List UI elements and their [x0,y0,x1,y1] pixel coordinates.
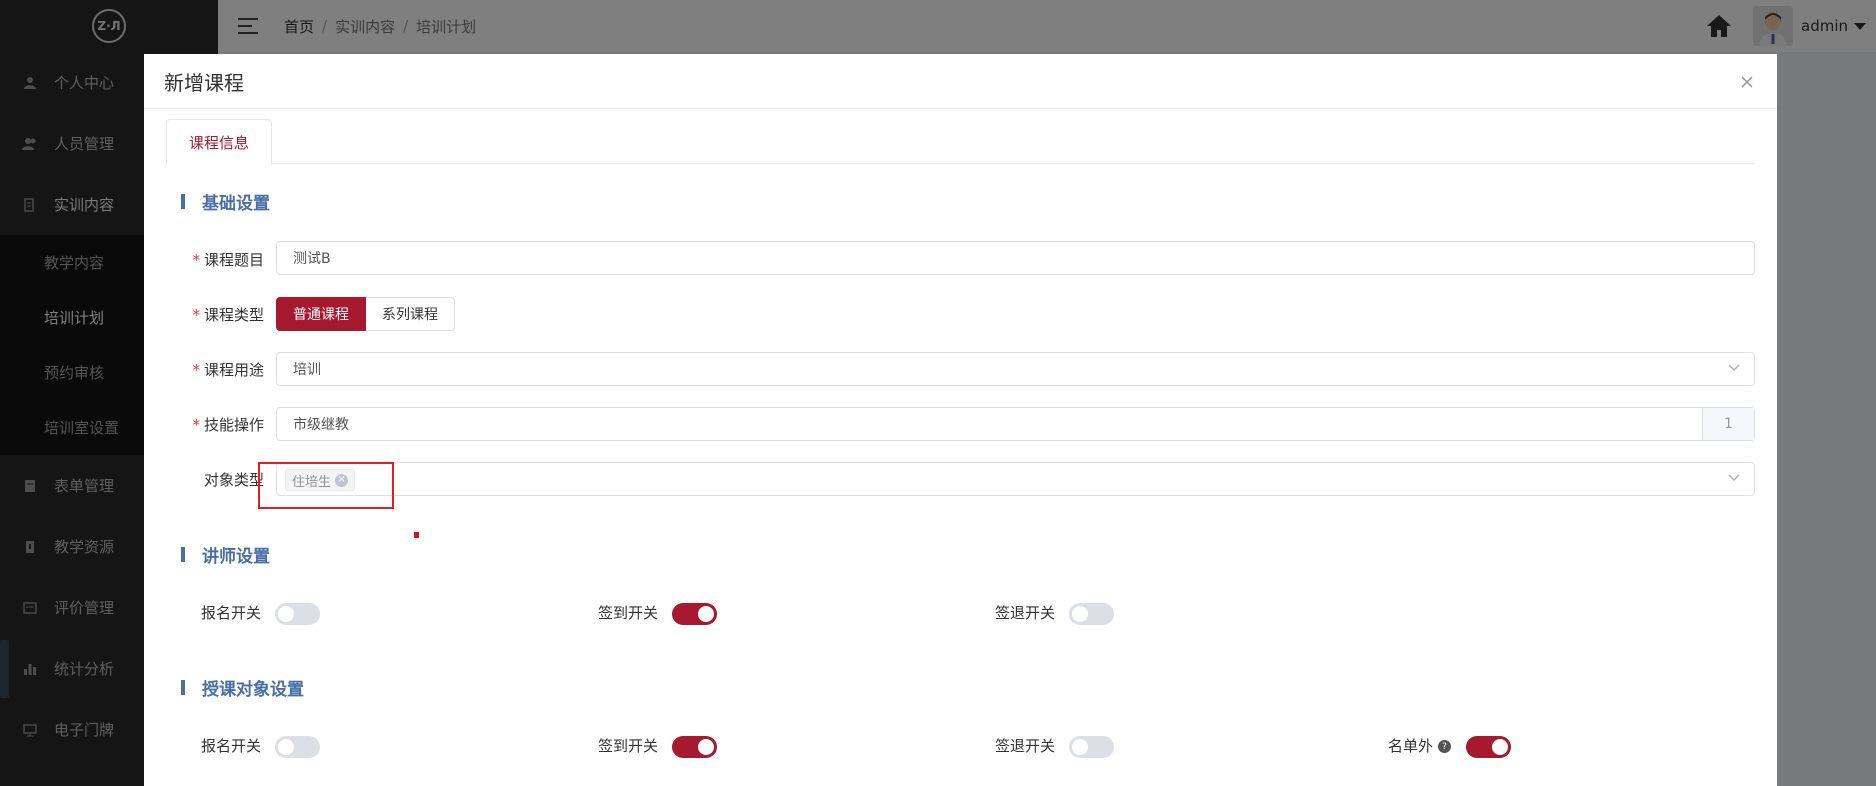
course-title-input[interactable]: 测试B [276,241,1755,275]
course-type-label: * 课程类型 [192,306,264,324]
dialog-title: 新增课程 [164,70,244,95]
course-use-select[interactable]: 培训 [276,352,1755,386]
target-signout-label: 签退开关 [995,737,1056,755]
help-icon[interactable]: ? [1438,740,1452,753]
annotation-dot [414,532,419,538]
annotation-highlight-box [258,462,394,509]
lecturer-signin-label: 签到开关 [598,604,659,622]
target-outside-list-label: 名单外? [1388,735,1452,756]
target-signin-switch[interactable] [672,736,717,758]
course-type-radio-group: 普通课程 系列课程 [276,297,455,331]
lecturer-signup-switch[interactable] [275,603,320,625]
target-signup-switch[interactable] [275,736,320,758]
target-outside-list-switch[interactable] [1466,736,1511,758]
chevron-down-icon [1728,474,1740,481]
course-title-label: * 课程题目 [192,251,264,269]
close-icon[interactable] [1739,74,1755,90]
target-signup-label: 报名开关 [201,737,262,755]
lecturer-signout-label: 签退开关 [995,604,1056,622]
skill-count: 1 [1702,408,1754,440]
lecturer-signout-switch[interactable] [1069,603,1114,625]
section-lecturer-settings: 讲师设置 [181,542,270,567]
tab-course-info[interactable]: 课程信息 [166,119,272,165]
section-basic-settings: 基础设置 [181,189,270,214]
lecturer-signup-label: 报名开关 [201,604,262,622]
tab-bar: 课程信息 [166,119,1755,165]
skill-operation-label: * 技能操作 [192,416,264,434]
target-signout-switch[interactable] [1069,736,1114,758]
skill-operation-input[interactable]: 市级继教 1 [276,407,1755,441]
chevron-down-icon [1728,364,1740,371]
course-type-series-button[interactable]: 系列课程 [366,297,455,331]
target-type-select[interactable]: 住培生 × [276,462,1755,496]
target-type-label: 对象类型 [203,471,264,489]
lecturer-signin-switch[interactable] [672,603,717,625]
course-use-label: * 课程用途 [192,361,264,379]
section-target-settings: 授课对象设置 [181,675,304,700]
target-signin-label: 签到开关 [598,737,659,755]
add-course-dialog: 新增课程 课程信息 基础设置 * 课程题目 测试B * 课程类型 普通课程 系列课程… [144,54,1777,786]
course-type-normal-button[interactable]: 普通课程 [276,297,366,331]
